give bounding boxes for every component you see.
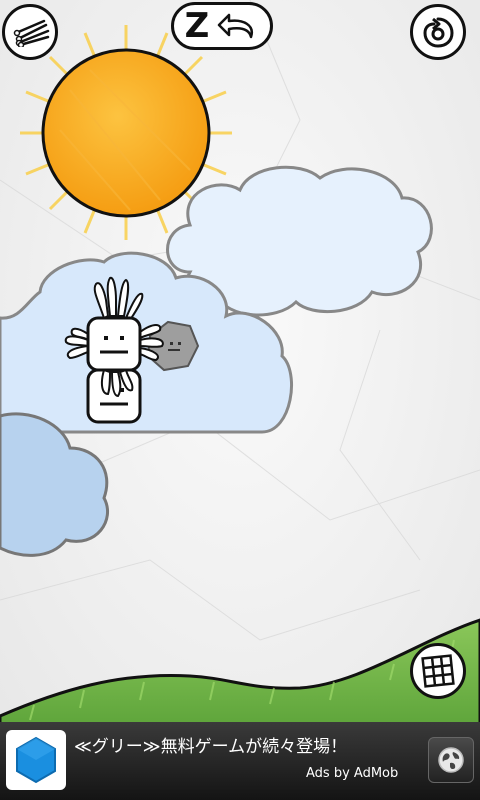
level-select-button[interactable] bbox=[410, 643, 466, 699]
ad-attribution: Ads by AdMob bbox=[306, 766, 399, 781]
ad-app-icon[interactable] bbox=[6, 730, 66, 790]
white-block-top[interactable] bbox=[86, 316, 142, 372]
level-grid-icon bbox=[421, 654, 455, 688]
undo-button[interactable]: Z bbox=[171, 2, 273, 50]
matches-menu-icon bbox=[13, 19, 50, 47]
undo-arrow-icon bbox=[218, 13, 254, 39]
ad-globe-button[interactable] bbox=[428, 737, 474, 783]
game-scene bbox=[0, 0, 480, 800]
sun bbox=[41, 48, 211, 218]
globe-icon bbox=[438, 747, 464, 773]
hexagon-icon bbox=[16, 736, 56, 784]
menu-button[interactable] bbox=[2, 4, 58, 60]
ad-title[interactable]: ≪グリー≫無料ゲームが続々登場！ bbox=[74, 732, 414, 757]
undo-letter: Z bbox=[184, 6, 210, 46]
ad-banner[interactable]: ≪グリー≫無料ゲームが続々登場！ Ads by AdMob bbox=[0, 722, 480, 800]
restart-button[interactable] bbox=[410, 4, 466, 60]
restart-spiral-icon bbox=[423, 17, 454, 48]
